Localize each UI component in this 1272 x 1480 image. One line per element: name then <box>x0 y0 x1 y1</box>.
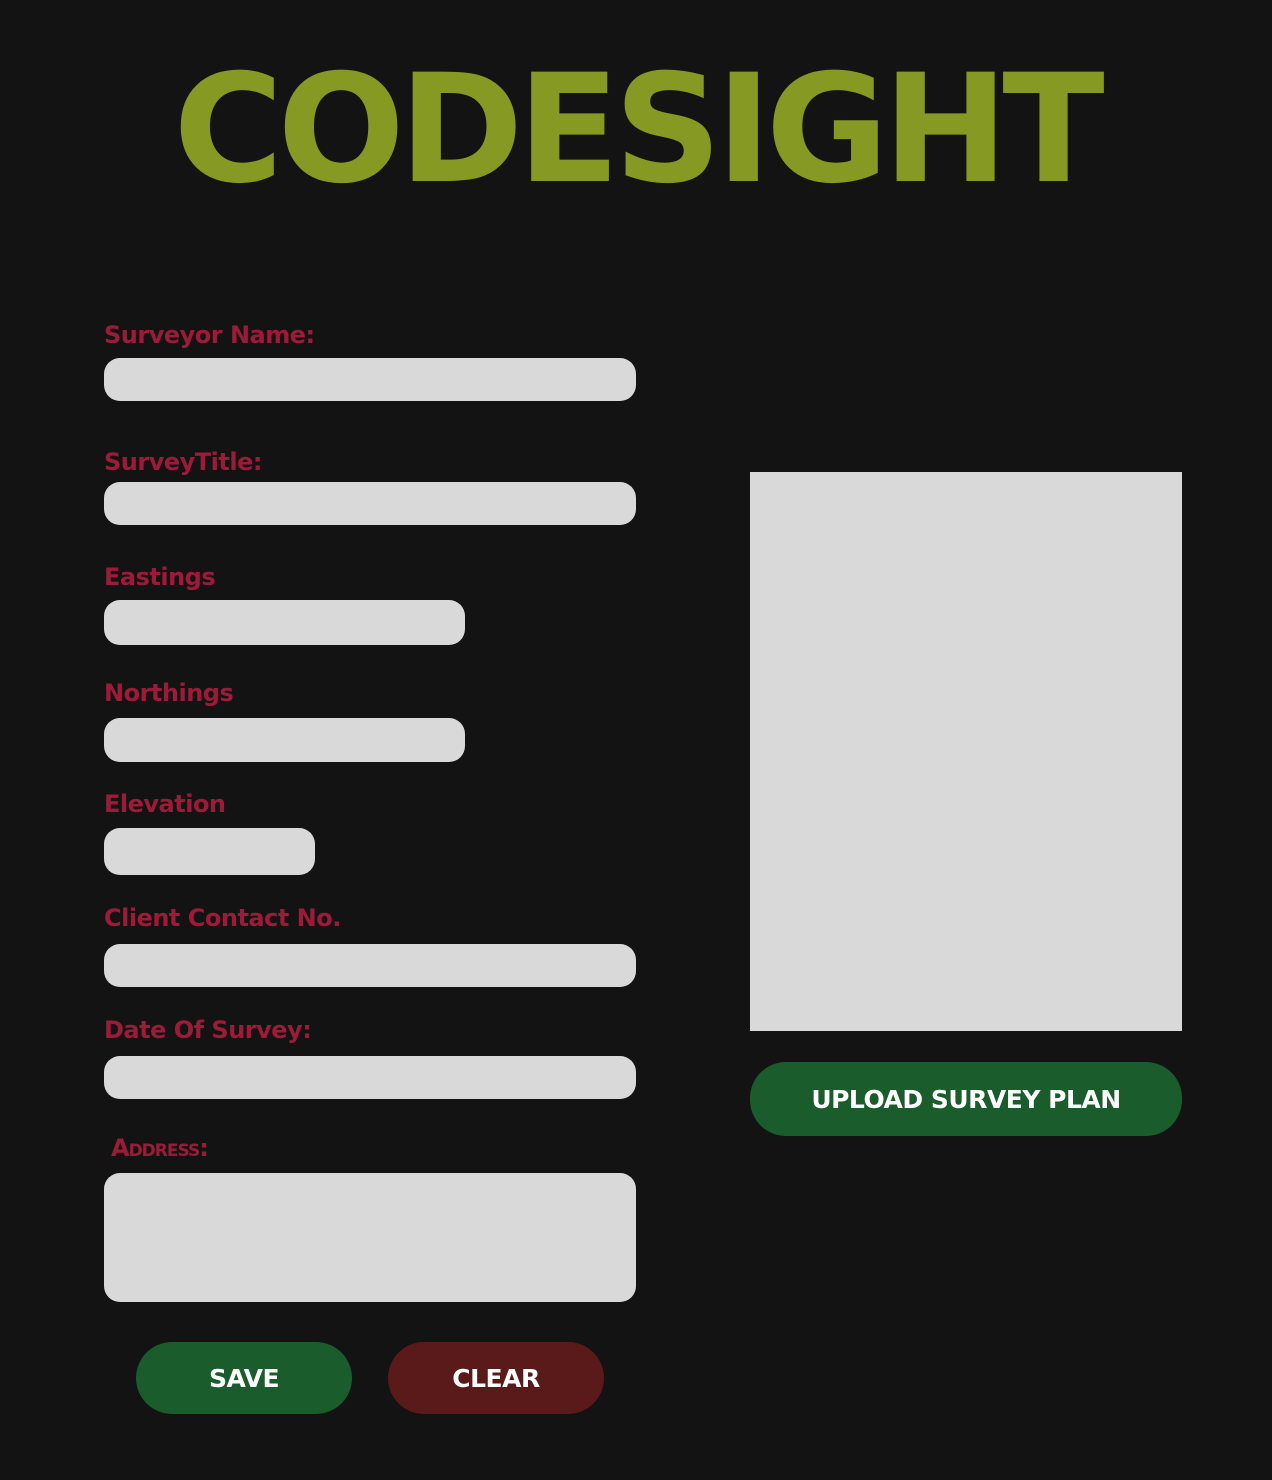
surveyor-name-label: Surveyor Name: <box>104 321 315 349</box>
upload-survey-plan-button[interactable]: UPLOAD SURVEY PLAN <box>750 1062 1182 1136</box>
northings-label: Northings <box>104 679 234 707</box>
survey-title-input[interactable] <box>104 482 636 525</box>
date-of-survey-input[interactable] <box>104 1056 636 1099</box>
eastings-input[interactable] <box>104 600 465 645</box>
address-label: Address: <box>111 1134 209 1162</box>
app-logo-title: CODESIGHT <box>173 43 1104 217</box>
client-contact-label: Client Contact No. <box>104 904 341 932</box>
survey-plan-preview <box>750 472 1182 1031</box>
survey-title-label: SurveyTitle: <box>104 448 262 476</box>
date-of-survey-label: Date Of Survey: <box>104 1016 312 1044</box>
address-textarea[interactable] <box>104 1173 636 1302</box>
save-button[interactable]: SAVE <box>136 1342 352 1414</box>
elevation-label: Elevation <box>104 790 226 818</box>
clear-button[interactable]: CLEAR <box>388 1342 604 1414</box>
northings-input[interactable] <box>104 718 465 762</box>
elevation-input[interactable] <box>104 828 315 875</box>
client-contact-input[interactable] <box>104 944 636 987</box>
eastings-label: Eastings <box>104 563 216 591</box>
surveyor-name-input[interactable] <box>104 358 636 401</box>
